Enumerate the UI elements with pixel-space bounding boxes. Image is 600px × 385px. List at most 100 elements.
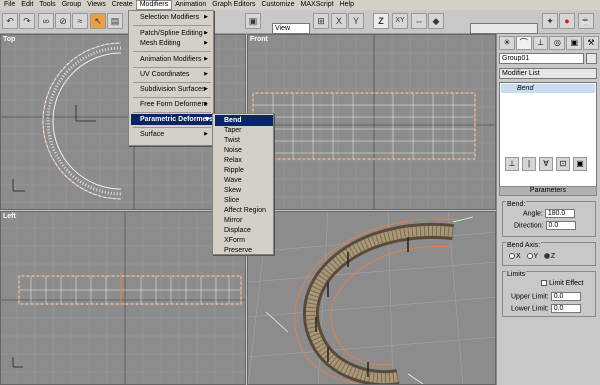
- menu-item-mesh-editing[interactable]: Mesh Editing ▶: [131, 38, 211, 49]
- viewport-left[interactable]: Left: [0, 211, 246, 385]
- viewport-left-label: Left: [3, 213, 16, 220]
- utilities-tab-icon[interactable]: ⚒: [583, 36, 599, 50]
- upper-limit-spinner[interactable]: 0.0: [550, 292, 581, 301]
- menu-item-animation-modifiers[interactable]: Animation Modifiers ▶: [131, 54, 211, 65]
- submenu-arrow-icon: ▶: [206, 116, 210, 122]
- menu-create[interactable]: Create: [109, 0, 136, 10]
- axis-x-label: X: [516, 253, 521, 260]
- show-end-result-icon[interactable]: |: [522, 157, 536, 171]
- menu-animation[interactable]: Animation: [172, 0, 209, 10]
- menu-help[interactable]: Help: [337, 0, 357, 10]
- angle-row: Angle: 180.0: [523, 209, 575, 218]
- material-editor-icon[interactable]: ✦: [542, 13, 558, 29]
- viewport-front-label: Front: [250, 36, 268, 43]
- menu-separator: [133, 112, 211, 113]
- menu-graph-editors[interactable]: Graph Editors: [209, 0, 258, 10]
- parametric-deformers-submenu: Bend Taper Twist Noise Relax Ripple Wave…: [212, 113, 274, 255]
- menu-item-selection-modifiers[interactable]: Selection Modifiers ▶: [131, 12, 211, 23]
- named-selection-dropdown[interactable]: [470, 23, 538, 34]
- menu-item-surface[interactable]: Surface ▶: [131, 129, 211, 140]
- menu-bar: File Edit Tools Group Views Create Modif…: [0, 0, 600, 10]
- scale-icon[interactable]: ▣: [245, 13, 261, 29]
- upper-limit-label: Upper Limit:: [511, 293, 549, 301]
- menu-customize[interactable]: Customize: [258, 0, 297, 10]
- configure-modifier-icon[interactable]: ▣: [573, 157, 587, 171]
- bend-axis-radios: X Y Z: [509, 253, 555, 260]
- menu-item-uv-coordinates[interactable]: UV Coordinates ▶: [131, 69, 211, 80]
- limit-effect-label: Limit Effect: [549, 280, 584, 287]
- undo-icon[interactable]: ↶: [2, 13, 18, 29]
- pin-stack-icon[interactable]: ⊥: [505, 157, 519, 171]
- reference-coordinate-dropdown[interactable]: View: [272, 23, 310, 34]
- select-icon[interactable]: ↖: [90, 13, 106, 29]
- menu-tools[interactable]: Tools: [36, 0, 58, 10]
- constrain-z-button[interactable]: Z: [373, 13, 389, 29]
- menu-item-free-form-deformers[interactable]: Free Form Deformers ▶: [131, 99, 211, 110]
- constrain-y-icon[interactable]: Y: [348, 13, 364, 29]
- direction-label: Direction:: [514, 222, 544, 230]
- submenu-item-preserve[interactable]: Preserve: [215, 245, 271, 256]
- link-icon[interactable]: ∞: [38, 13, 54, 29]
- bind-icon[interactable]: ≈: [72, 13, 88, 29]
- stack-toolbar: ⊥ | ∀ ⊡ ▣: [499, 157, 597, 173]
- viewport-front[interactable]: Front: [247, 34, 496, 210]
- direction-row: Direction: 0.0: [514, 221, 576, 230]
- modifier-list-dropdown[interactable]: Modifier List: [499, 68, 597, 79]
- menu-item-label: Surface: [140, 131, 165, 138]
- create-tab-icon[interactable]: ✳: [499, 36, 515, 50]
- pivot-icon[interactable]: ⊞: [313, 13, 329, 29]
- motion-tab-icon[interactable]: ◎: [549, 36, 566, 50]
- menu-modifiers[interactable]: Modifiers: [135, 0, 173, 10]
- remove-modifier-icon[interactable]: ⊡: [556, 157, 570, 171]
- object-name-field[interactable]: Group01: [499, 53, 584, 64]
- menu-views[interactable]: Views: [84, 0, 109, 10]
- bend-group-title: Bend:: [506, 201, 527, 208]
- viewport-perspective[interactable]: ective: [247, 211, 496, 385]
- render-scene-icon[interactable]: ●: [559, 13, 575, 29]
- constrain-xy-button[interactable]: XY: [392, 13, 408, 29]
- axis-z-radio[interactable]: [543, 253, 550, 260]
- menu-item-subdivision-surfaces[interactable]: Subdivision Surfaces ▶: [131, 84, 211, 95]
- submenu-arrow-icon: ▶: [204, 131, 208, 137]
- select-name-icon[interactable]: ▤: [107, 13, 123, 29]
- submenu-arrow-icon: ▶: [204, 101, 208, 107]
- submenu-arrow-icon: ▶: [204, 56, 208, 62]
- menu-item-parametric-deformers[interactable]: Parametric Deformers ▶: [131, 114, 213, 125]
- display-tab-icon[interactable]: ▣: [566, 36, 583, 50]
- direction-spinner[interactable]: 0.0: [545, 221, 576, 230]
- menu-file[interactable]: File: [1, 0, 18, 10]
- axis-x-radio[interactable]: [509, 253, 515, 260]
- modify-tab-icon[interactable]: ⌒: [515, 36, 532, 50]
- axis-y-radio[interactable]: [526, 253, 533, 260]
- lower-limit-spinner[interactable]: 0.0: [550, 304, 581, 313]
- bend-axis-title: Bend Axis:: [506, 242, 542, 249]
- menu-group[interactable]: Group: [59, 0, 84, 10]
- object-color-swatch[interactable]: [586, 53, 597, 64]
- menu-item-label: Mesh Editing: [140, 40, 181, 47]
- constrain-x-icon[interactable]: X: [331, 13, 347, 29]
- menu-separator: [133, 25, 211, 26]
- stack-item-bend[interactable]: Bend: [501, 84, 595, 93]
- limit-effect-checkbox[interactable]: [541, 280, 547, 287]
- angle-spinner[interactable]: 180.0: [544, 209, 575, 218]
- lower-limit-row: Lower Limit: 0.0: [511, 304, 581, 313]
- quick-render-icon[interactable]: ☕: [578, 13, 594, 29]
- menu-maxscript[interactable]: MAXScript: [298, 0, 337, 10]
- parameters-rollout-header[interactable]: Parameters: [499, 186, 597, 196]
- submenu-arrow-icon: ▶: [204, 71, 208, 77]
- make-unique-icon[interactable]: ∀: [539, 157, 553, 171]
- mirror-icon[interactable]: ⇔: [411, 13, 427, 29]
- angle-label: Angle:: [523, 210, 543, 218]
- menu-separator: [133, 82, 211, 83]
- unlink-icon[interactable]: ⊘: [55, 13, 71, 29]
- menu-edit[interactable]: Edit: [18, 0, 36, 10]
- menu-item-label: Parametric Deformers: [140, 116, 214, 123]
- menu-item-label: Patch/Spline Editing: [140, 30, 203, 37]
- menu-separator: [133, 67, 211, 68]
- menu-item-label: Selection Modifiers: [140, 14, 200, 21]
- menu-separator: [133, 97, 211, 98]
- redo-icon[interactable]: ↷: [19, 13, 35, 29]
- hierarchy-tab-icon[interactable]: ⊥: [532, 36, 549, 50]
- limit-effect-row: Limit Effect: [541, 280, 584, 287]
- align-icon[interactable]: ◆: [428, 13, 444, 29]
